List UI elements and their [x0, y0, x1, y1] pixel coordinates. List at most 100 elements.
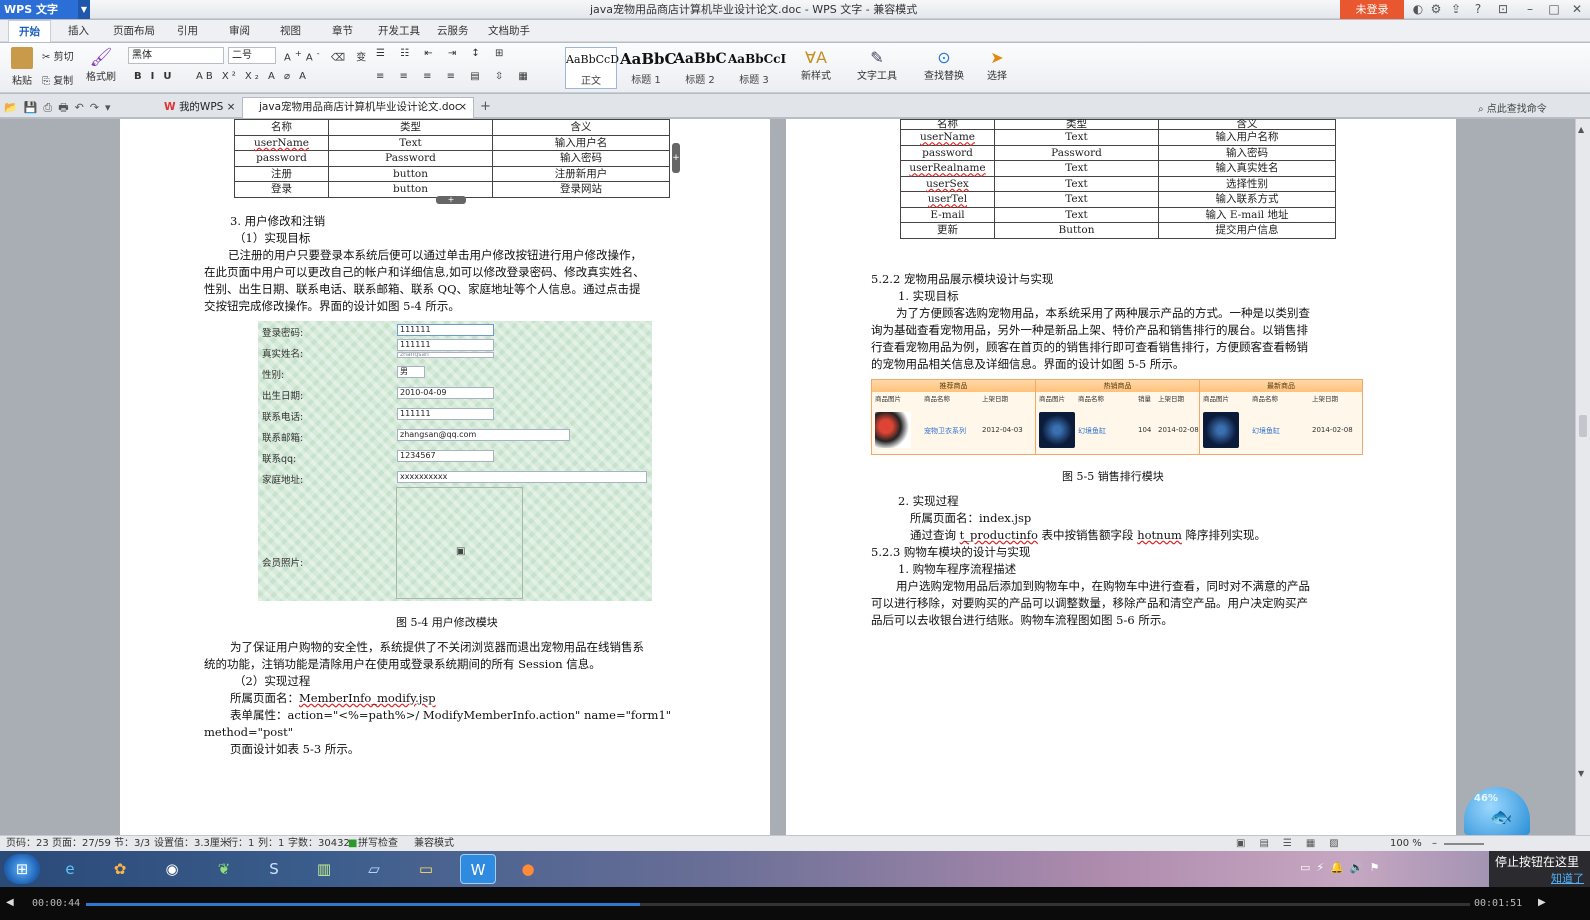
- leaf-app-icon[interactable]: ❦: [206, 854, 242, 884]
- recorder-app-icon[interactable]: ●: [510, 854, 546, 884]
- command-search-label: 点此查找命令: [1486, 104, 1547, 115]
- tab-document[interactable]: java宠物用品商店计算机毕业设计论文.doc ×: [242, 97, 474, 118]
- help-icon[interactable]: ?: [1467, 0, 1489, 19]
- chart-app-icon[interactable]: ▥: [306, 854, 342, 884]
- menu-page-layout[interactable]: 页面布局: [113, 20, 155, 42]
- style-heading-1[interactable]: AaBbC 标题 1: [620, 47, 676, 89]
- font-size-select[interactable]: 二号: [228, 47, 276, 64]
- menu-view[interactable]: 视图: [280, 20, 301, 42]
- share-icon[interactable]: ⇪: [1445, 0, 1467, 19]
- command-search[interactable]: ⌕ 点此查找命令: [1478, 100, 1547, 115]
- menu-cloud[interactable]: 云服务: [437, 20, 469, 42]
- menu-doc-assistant[interactable]: 文档助手: [488, 20, 530, 42]
- zoom-level[interactable]: 100 %: [1390, 836, 1422, 851]
- notepad-app-icon[interactable]: ▱: [356, 854, 392, 884]
- menu-chapter[interactable]: 章节: [332, 20, 353, 42]
- zoom-slider[interactable]: [1444, 843, 1484, 845]
- zoom-out-icon[interactable]: –: [1432, 836, 1437, 851]
- table-cell: 登录: [234, 181, 329, 198]
- ie-icon[interactable]: e: [52, 854, 88, 884]
- hot-column: 热销商品 商品图片 商品名称 销量 上架日期 幻境鱼缸 104 2014-02-…: [1036, 380, 1200, 454]
- style-h1-label: 标题 1: [631, 75, 661, 86]
- list-buttons[interactable]: ☰ ☷ ⇤ ⇥ ↕ ⊞: [376, 48, 509, 59]
- column-head: 商品图片: [1039, 395, 1065, 403]
- close-icon[interactable]: ×: [458, 98, 467, 117]
- menu-reference[interactable]: 引用: [177, 20, 198, 42]
- copy-label: 复制: [53, 76, 74, 87]
- wps-writer-taskbar-icon[interactable]: W: [460, 854, 496, 884]
- gear-icon[interactable]: ⚙: [1425, 0, 1447, 19]
- close-icon[interactable]: ×: [227, 101, 236, 113]
- scroll-down-icon[interactable]: ▼: [1578, 769, 1584, 778]
- new-style-button[interactable]: ⱯA 新样式: [798, 48, 834, 82]
- paste-button[interactable]: 粘贴: [6, 47, 38, 87]
- status-spell[interactable]: 拼写检查: [358, 836, 398, 851]
- query-field: hotnum: [1137, 528, 1182, 542]
- new-style-icon: ⱯA: [805, 48, 827, 67]
- fish-assistant-widget[interactable]: 46% 🐟: [1464, 787, 1530, 835]
- chevron-down-icon[interactable]: ▼: [78, 0, 90, 19]
- vertical-scrollbar[interactable]: ▲ ▼: [1575, 119, 1590, 835]
- prev-icon[interactable]: ◀: [6, 897, 14, 908]
- view-mode-buttons[interactable]: ▣▤☰▦▨: [1236, 836, 1353, 851]
- column-head: 上架日期: [1158, 395, 1184, 403]
- style-heading-3[interactable]: AaBbCcI 标题 3: [728, 47, 787, 89]
- eclipse-app-icon[interactable]: S: [256, 854, 292, 884]
- cut-button[interactable]: ✂ 剪切: [42, 48, 74, 63]
- minimize-icon[interactable]: –: [1519, 0, 1541, 19]
- photo-box: [396, 487, 523, 599]
- start-button-icon[interactable]: ⊞: [4, 854, 40, 884]
- scrollbar-thumb[interactable]: [1579, 415, 1587, 437]
- next-icon[interactable]: ▶: [1538, 897, 1546, 908]
- maximize-icon[interactable]: □: [1543, 0, 1565, 19]
- column-head: 销量: [1138, 395, 1151, 403]
- script-buttons[interactable]: AB X² X₂ A ⌀ A: [196, 71, 309, 82]
- close-icon[interactable]: ✕: [1566, 0, 1588, 19]
- table-cell: userRealname: [900, 160, 995, 177]
- add-row-handle[interactable]: +: [436, 196, 466, 204]
- wps-app-menu-button[interactable]: WPS 文字 ▼: [0, 0, 90, 19]
- text-tools-button[interactable]: ✎ 文字工具: [852, 48, 902, 82]
- status-page[interactable]: 页面：27/59: [52, 836, 111, 851]
- folder-icon[interactable]: ▭: [408, 854, 444, 884]
- form-label: 真实姓名:: [262, 349, 304, 360]
- format-painter-button[interactable]: 🖌 格式刷: [86, 47, 116, 83]
- login-button[interactable]: 未登录: [1340, 0, 1404, 19]
- restore-ribbon-icon[interactable]: ⊡: [1492, 0, 1514, 19]
- table-cell: 输入真实姓名: [1158, 160, 1336, 177]
- form-attr-label: 表单属性：: [230, 708, 288, 722]
- table-cell: Text: [328, 134, 493, 151]
- text-format-buttons[interactable]: BIU: [134, 71, 180, 82]
- style-heading-2[interactable]: AaBbC 标题 2: [674, 47, 727, 89]
- font-grow-shrink[interactable]: A+A- ⌫ 变: [284, 48, 370, 63]
- media-icon[interactable]: ✿: [102, 854, 138, 884]
- scroll-up-icon[interactable]: ▲: [1578, 125, 1584, 134]
- system-tray[interactable]: ▭⚡🔔🔊⚑: [1300, 861, 1385, 874]
- chrome-icon[interactable]: ◉: [154, 854, 190, 884]
- select-button[interactable]: ➤ 选择: [980, 48, 1014, 82]
- find-replace-button[interactable]: ⊙ 查找替换: [918, 48, 970, 82]
- form-attr-value: action="<%=path%>/ ModifyMemberInfo.acti…: [287, 708, 672, 722]
- notice-ok-link[interactable]: 知道了: [1495, 870, 1584, 886]
- product-date: 2014-02-08: [1158, 426, 1199, 434]
- magnifier-icon: ⊙: [937, 48, 951, 67]
- add-column-handle[interactable]: +: [672, 143, 680, 173]
- copy-button[interactable]: ⎘ 复制: [42, 72, 73, 87]
- query-text: 降序排列实现。: [1181, 528, 1267, 542]
- quick-access-toolbar[interactable]: 📂💾⎙🖶↶↷▾: [4, 99, 117, 118]
- table-cell: 更新: [900, 222, 995, 239]
- login-fields-table: 名称 类型 含义 userName Text 输入用户名 password Passwor…: [234, 119, 670, 198]
- tab-my-wps[interactable]: W 我的WPS ×: [156, 98, 243, 118]
- menu-review[interactable]: 审阅: [229, 20, 250, 42]
- style-normal[interactable]: AaBbCcD 正文: [565, 47, 619, 89]
- font-name-select[interactable]: 黑体: [128, 47, 224, 64]
- status-words[interactable]: 字数：30432: [288, 836, 350, 851]
- add-tab-icon[interactable]: +: [480, 99, 491, 114]
- progress-track[interactable]: [86, 903, 1470, 906]
- align-buttons[interactable]: ≡ ≡ ≡ ≡ ▤ ⇳ ▦: [376, 71, 534, 82]
- style-h3-sample: AaBbCcI: [728, 52, 787, 66]
- menu-insert[interactable]: 插入: [68, 20, 89, 42]
- table-cell: Text: [994, 175, 1159, 192]
- menu-dev-tools[interactable]: 开发工具: [378, 20, 420, 42]
- menu-home[interactable]: 开始: [8, 20, 51, 42]
